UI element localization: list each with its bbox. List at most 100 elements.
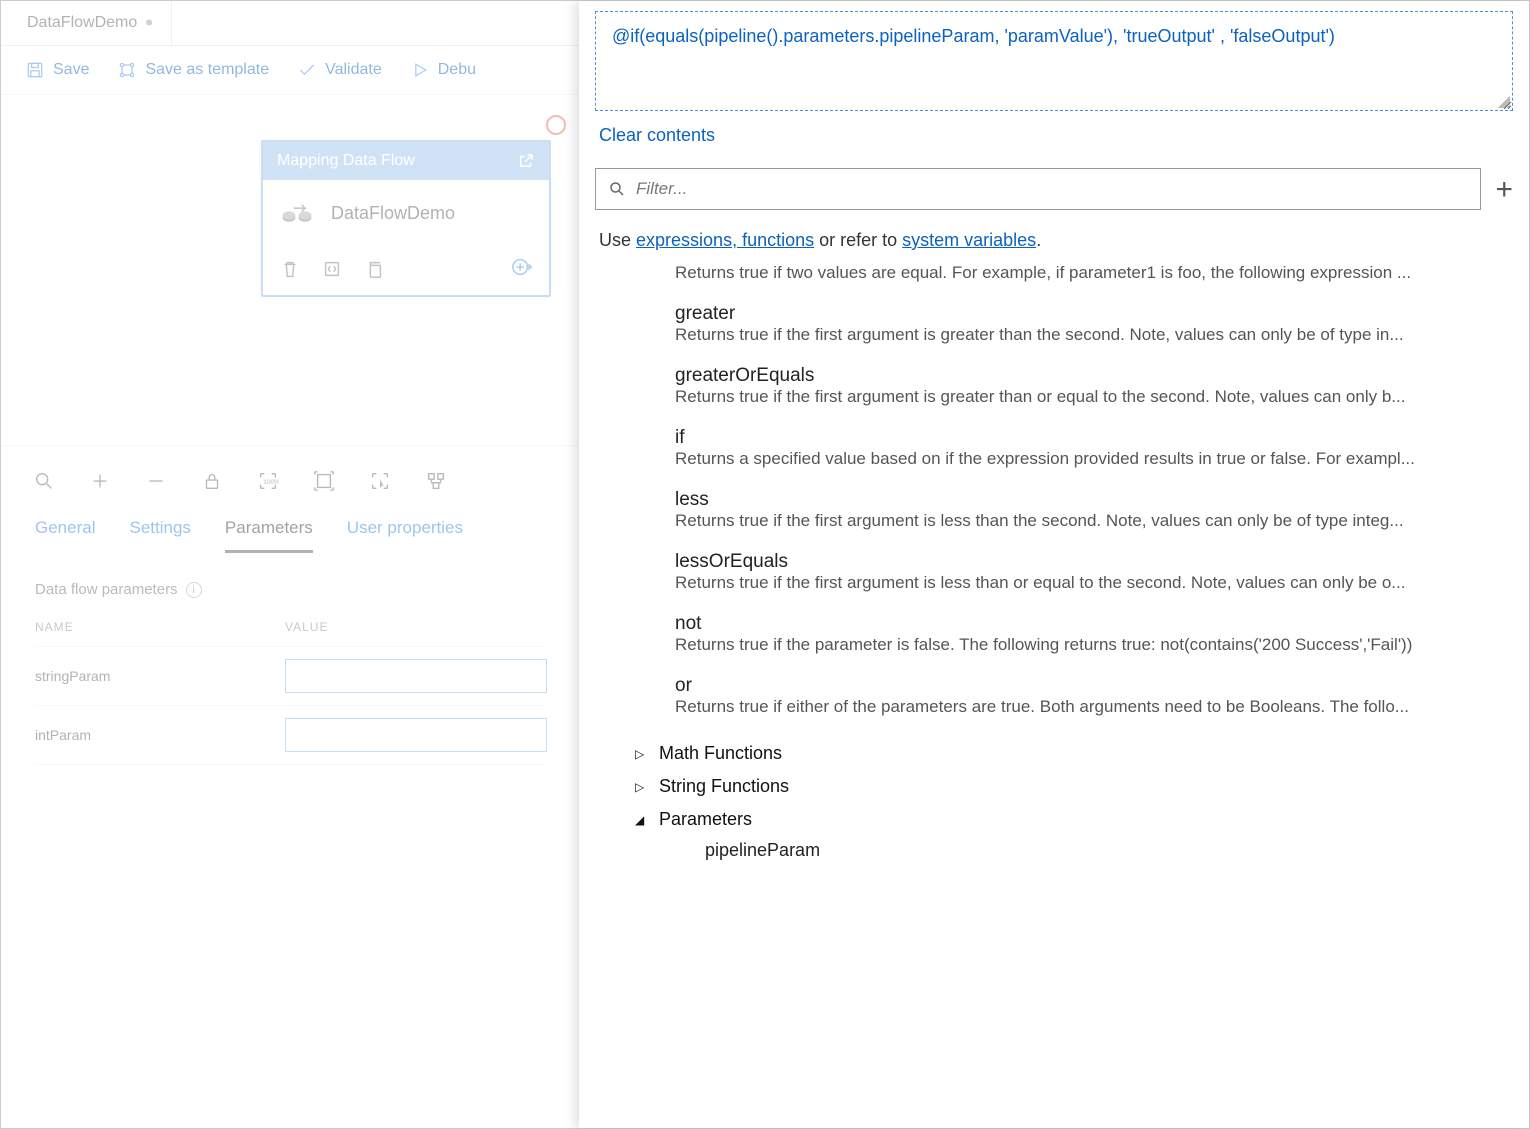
filter-input[interactable]: Filter... [595, 168, 1481, 210]
tree-node-math-functions[interactable]: ▷ Math Functions [635, 737, 1529, 770]
pipeline-canvas[interactable]: Mapping Data Flow DataFlowDemo [1, 95, 581, 445]
tree-node-parameters[interactable]: ◢ Parameters [635, 803, 1529, 836]
zoom-100-icon[interactable]: 100% [257, 470, 279, 492]
help-text: Use expressions, functions or refer to s… [599, 230, 1509, 251]
auto-layout-icon[interactable] [425, 470, 447, 492]
zoom-out-icon[interactable] [145, 470, 167, 492]
function-item[interactable]: less Returns true if the first argument … [675, 489, 1509, 531]
activity-body: DataFlowDemo [263, 180, 549, 246]
activity-actions [263, 246, 549, 295]
function-name: greaterOrEquals [675, 365, 1509, 387]
activity-property-tabs: General Settings Parameters User propert… [1, 508, 581, 553]
function-description: Returns true if the first argument is gr… [675, 325, 1509, 345]
debug-button[interactable]: Debu [410, 60, 476, 80]
select-icon[interactable] [369, 470, 391, 492]
function-item[interactable]: lessOrEquals Returns true if the first a… [675, 551, 1509, 593]
tab-general[interactable]: General [35, 518, 95, 553]
function-item[interactable]: greaterOrEquals Returns true if the firs… [675, 365, 1509, 407]
tab-user-properties[interactable]: User properties [347, 518, 463, 553]
save-as-template-button[interactable]: Save as template [117, 60, 269, 80]
save-as-label: Save as template [145, 61, 269, 79]
function-name: not [675, 613, 1509, 635]
param-value-input[interactable] [285, 718, 547, 752]
canvas-toolbar: 100% [1, 445, 581, 508]
tree-label: Math Functions [659, 743, 782, 764]
zoom-in-icon[interactable] [89, 470, 111, 492]
function-item[interactable]: greater Returns true if the first argume… [675, 303, 1509, 345]
pipeline-tab[interactable]: DataFlowDemo • [9, 1, 172, 45]
debug-label: Debu [438, 61, 476, 79]
tree-label: Parameters [659, 809, 752, 830]
activity-node[interactable]: Mapping Data Flow DataFlowDemo [261, 140, 551, 297]
parameters-table: NAME VALUE stringParam intParam [1, 608, 581, 765]
tab-settings[interactable]: Settings [129, 518, 190, 553]
pipeline-toolbar: Save Save as template Validate Debu [1, 46, 581, 95]
system-variables-link[interactable]: system variables [902, 230, 1036, 250]
tree-leaf-parameter[interactable]: pipelineParam [705, 836, 1529, 861]
param-name: stringParam [35, 668, 285, 684]
caret-right-icon: ▷ [635, 747, 649, 761]
editor-tab-bar: DataFlowDemo • [1, 1, 581, 46]
function-item[interactable]: Returns true if two values are equal. Fo… [675, 263, 1509, 283]
function-name: if [675, 427, 1509, 449]
function-description: Returns true if the first argument is gr… [675, 387, 1509, 407]
validate-label: Validate [325, 61, 382, 79]
delete-icon[interactable] [279, 258, 301, 280]
lock-icon[interactable] [201, 470, 223, 492]
search-icon[interactable] [33, 470, 55, 492]
activity-name: DataFlowDemo [331, 203, 455, 224]
function-description: Returns true if the first argument is le… [675, 573, 1509, 593]
param-value-input[interactable] [285, 659, 547, 693]
activity-type-label: Mapping Data Flow [277, 152, 415, 170]
param-name: intParam [35, 727, 285, 743]
tab-parameters[interactable]: Parameters [225, 518, 313, 553]
add-button[interactable]: + [1495, 182, 1513, 197]
function-description: Returns true if either of the parameters… [675, 697, 1509, 717]
add-output-button[interactable] [511, 256, 533, 281]
table-row: intParam [35, 706, 547, 765]
dataflow-icon [281, 202, 313, 224]
table-row: stringParam [35, 647, 547, 706]
tree-label: String Functions [659, 776, 789, 797]
function-description: Returns true if the parameter is false. … [675, 635, 1509, 655]
caret-right-icon: ▷ [635, 780, 649, 794]
svg-text:100%: 100% [263, 479, 279, 486]
validation-error-icon [546, 115, 566, 135]
open-external-icon[interactable] [517, 152, 535, 170]
function-item[interactable]: not Returns true if the parameter is fal… [675, 613, 1509, 655]
function-list: Returns true if two values are equal. Fo… [675, 263, 1509, 717]
caret-down-icon: ◢ [635, 813, 649, 827]
function-name: lessOrEquals [675, 551, 1509, 573]
function-description: Returns true if two values are equal. Fo… [675, 263, 1509, 283]
function-item[interactable]: if Returns a specified value based on if… [675, 427, 1509, 469]
expression-input[interactable]: @if(equals(pipeline().parameters.pipelin… [595, 11, 1513, 111]
function-description: Returns true if the first argument is le… [675, 511, 1509, 531]
search-icon [608, 180, 626, 198]
expression-builder-flyout: @if(equals(pipeline().parameters.pipelin… [579, 1, 1529, 1128]
info-icon[interactable]: i [186, 582, 202, 598]
validate-button[interactable]: Validate [297, 60, 382, 80]
code-icon[interactable] [321, 258, 343, 280]
help-pre: Use [599, 230, 636, 250]
filter-placeholder: Filter... [636, 179, 687, 199]
play-icon [410, 60, 430, 80]
copy-icon[interactable] [363, 258, 385, 280]
save-label: Save [53, 61, 89, 79]
function-item[interactable]: or Returns true if either of the paramet… [675, 675, 1509, 717]
tree-node-string-functions[interactable]: ▷ String Functions [635, 770, 1529, 803]
function-description: Returns a specified value based on if th… [675, 449, 1509, 469]
help-post: . [1036, 230, 1041, 250]
function-name: or [675, 675, 1509, 697]
save-button[interactable]: Save [25, 60, 89, 80]
check-icon [297, 60, 317, 80]
fit-screen-icon[interactable] [313, 470, 335, 492]
function-name: greater [675, 303, 1509, 325]
expressions-functions-link[interactable]: expressions, functions [636, 230, 814, 250]
function-name: less [675, 489, 1509, 511]
col-header-name: NAME [35, 620, 285, 634]
clear-contents-link[interactable]: Clear contents [599, 125, 715, 146]
save-icon [25, 60, 45, 80]
template-icon [117, 60, 137, 80]
help-mid: or refer to [814, 230, 902, 250]
section-label-text: Data flow parameters [35, 581, 178, 598]
